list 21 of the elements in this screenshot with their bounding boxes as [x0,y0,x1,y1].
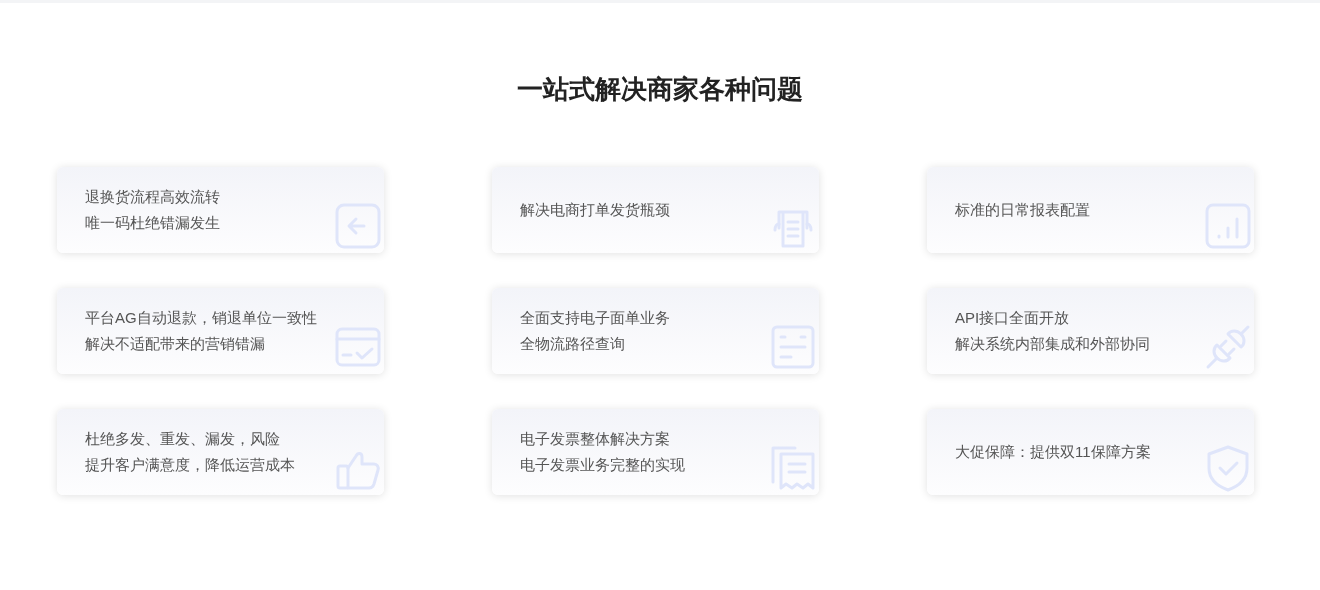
feature-text: 全物流路径查询 [520,334,625,354]
feature-text: 唯一码杜绝错漏发生 [85,213,220,233]
feature-text: 解决系统内部集成和外部协同 [955,334,1150,354]
feature-text: 退换货流程高效流转 [85,187,220,207]
chart-icon [1204,202,1252,250]
feature-text: 解决电商打单发货瓶颈 [520,200,670,220]
feature-text: 电子发票业务完整的实现 [520,455,685,475]
return-icon [334,202,382,250]
feature-text: 标准的日常报表配置 [955,200,1090,220]
feature-text: 平台AG自动退款，销退单位一致性 [85,308,317,328]
plug-icon [1204,323,1252,371]
form-icon [769,323,817,371]
feature-text: 全面支持电子面单业务 [520,308,670,328]
feature-text: 电子发票整体解决方案 [520,429,670,449]
feature-text: 解决不适配带来的营销错漏 [85,334,265,354]
receipt-icon [769,444,817,492]
feature-text: 杜绝多发、重发、漏发，风险 [85,429,280,449]
feature-text: 提升客户满意度，降低运营成本 [85,455,295,475]
section-title: 一站式解决商家各种问题 [517,73,803,106]
feature-text: API接口全面开放 [955,308,1070,328]
feature-text: 大促保障：提供双11保障方案 [955,442,1151,462]
